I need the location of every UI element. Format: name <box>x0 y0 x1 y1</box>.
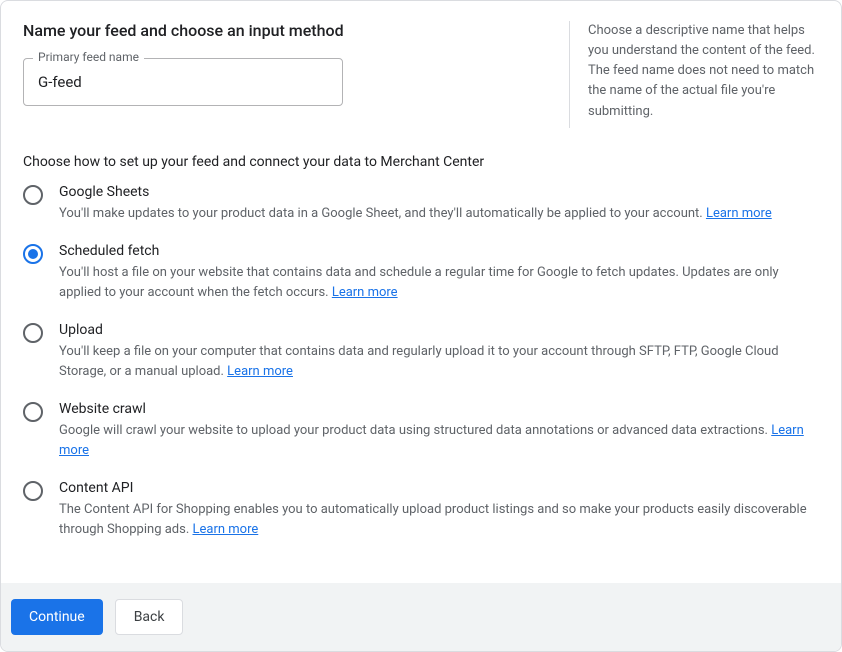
learn-more-link[interactable]: Learn more <box>192 522 258 537</box>
help-text: Choose a descriptive name that helps you… <box>569 21 819 128</box>
option-desc-text: You'll host a file on your website that … <box>59 265 779 300</box>
footer-bar: Continue Back <box>1 583 841 651</box>
option-title: Upload <box>59 322 819 338</box>
continue-button[interactable]: Continue <box>11 599 103 635</box>
option-body: Content API The Content API for Shopping … <box>59 480 819 539</box>
radio-button[interactable] <box>23 481 43 501</box>
option-title: Content API <box>59 480 819 496</box>
option-body: Scheduled fetch You'll host a file on you… <box>59 243 819 302</box>
top-row: Name your feed and choose an input metho… <box>23 21 819 128</box>
option-desc-text: Google will crawl your website to upload… <box>59 423 771 438</box>
learn-more-link[interactable]: Learn more <box>706 206 772 221</box>
option-row: Content API The Content API for Shopping … <box>23 480 819 539</box>
option-row: Scheduled fetch You'll host a file on you… <box>23 243 819 302</box>
card-content: Name your feed and choose an input metho… <box>1 1 841 583</box>
option-desc-text: The Content API for Shopping enables you… <box>59 502 807 537</box>
option-title: Website crawl <box>59 401 819 417</box>
option-row: Google Sheets You'll make updates to your… <box>23 184 819 224</box>
feed-name-input-wrap: Primary feed name <box>23 58 343 106</box>
radio-button[interactable] <box>23 244 43 264</box>
option-description: You'll keep a file on your computer that… <box>59 342 819 381</box>
option-row: Upload You'll keep a file on your compute… <box>23 322 819 381</box>
page-heading: Name your feed and choose an input metho… <box>23 21 549 40</box>
option-description: Google will crawl your website to upload… <box>59 421 819 460</box>
radio-button[interactable] <box>23 323 43 343</box>
option-description: The Content API for Shopping enables you… <box>59 500 819 539</box>
option-title: Scheduled fetch <box>59 243 819 259</box>
option-row: Website crawl Google will crawl your webs… <box>23 401 819 460</box>
options-list: Google Sheets You'll make updates to your… <box>23 184 819 540</box>
option-description: You'll host a file on your website that … <box>59 263 819 302</box>
option-title: Google Sheets <box>59 184 819 200</box>
left-column: Name your feed and choose an input metho… <box>23 21 549 128</box>
learn-more-link[interactable]: Learn more <box>332 285 398 300</box>
feed-name-input[interactable] <box>23 58 343 106</box>
option-description: You'll make updates to your product data… <box>59 204 819 224</box>
option-desc-text: You'll keep a file on your computer that… <box>59 344 779 379</box>
feed-name-label: Primary feed name <box>33 50 144 64</box>
radio-button[interactable] <box>23 402 43 422</box>
learn-more-link[interactable]: Learn more <box>227 364 293 379</box>
back-button[interactable]: Back <box>115 599 184 635</box>
option-body: Google Sheets You'll make updates to your… <box>59 184 819 224</box>
radio-button[interactable] <box>23 185 43 205</box>
option-desc-text: You'll make updates to your product data… <box>59 206 706 221</box>
feed-setup-card: Name your feed and choose an input metho… <box>0 0 842 652</box>
option-body: Website crawl Google will crawl your webs… <box>59 401 819 460</box>
option-body: Upload You'll keep a file on your compute… <box>59 322 819 381</box>
subheading: Choose how to set up your feed and conne… <box>23 154 819 170</box>
